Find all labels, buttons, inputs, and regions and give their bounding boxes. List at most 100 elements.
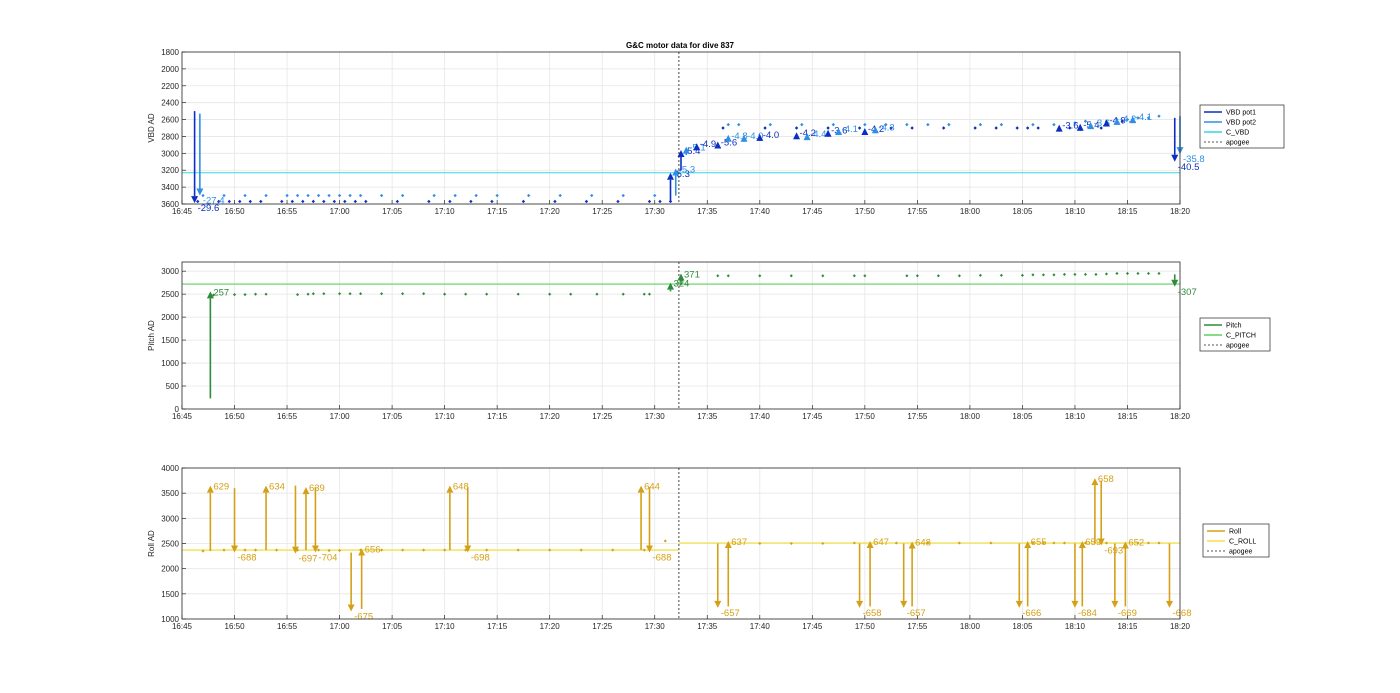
panel-3: 16:45 16:50 16:55 17:00 17:05 17:10 17:15 17:20…: [147, 464, 1270, 631]
y-tick-label: 0: [175, 405, 180, 414]
x-tick-label: 17:35: [697, 412, 718, 421]
x-tick-label: 17:05: [382, 412, 403, 421]
x-tick-label: 17:25: [592, 622, 613, 631]
x-tick-label: 17:25: [592, 412, 613, 421]
x-tick-label: 18:20: [1170, 207, 1191, 216]
x-tick-label: 18:15: [1117, 622, 1138, 631]
y-axis-label: Roll AD: [147, 530, 156, 557]
y-tick-label: 1000: [161, 615, 179, 624]
legend-label: apogee: [1229, 549, 1252, 556]
x-tick-label: 17:05: [382, 207, 403, 216]
x-tick-label: 18:15: [1117, 207, 1138, 216]
arrow-label: 647: [873, 537, 889, 548]
plot-area: [182, 52, 1180, 204]
x-tick-label: 17:35: [697, 207, 718, 216]
arrow-label: -3.6: [1062, 121, 1078, 132]
legend: VBD pot1 VBD pot2 C_VBDapogee: [1199, 104, 1285, 149]
x-tick-label: 18:05: [1012, 412, 1033, 421]
arrow-label: -666: [1022, 608, 1041, 619]
arrow-label: -693: [1104, 546, 1123, 557]
x-tick-label: 18:00: [960, 622, 981, 631]
arrow-label: -688: [652, 553, 671, 564]
x-tick-label: 17:55: [907, 207, 928, 216]
arrow-label: -4.1: [842, 124, 858, 135]
legend-label: Roll: [1229, 529, 1242, 536]
y-tick-label: 2400: [161, 99, 179, 108]
legend-label: apogee: [1226, 140, 1249, 147]
x-tick-label: 18:05: [1012, 207, 1033, 216]
arrow-label: 629: [213, 482, 229, 493]
x-tick-label: 17:50: [855, 207, 876, 216]
x-tick-label: 17:20: [540, 622, 561, 631]
x-tick-label: 17:40: [750, 412, 771, 421]
x-tick-label: 16:50: [225, 207, 246, 216]
x-tick-label: 17:30: [645, 622, 666, 631]
x-tick-label: 18:00: [960, 207, 981, 216]
arrow-label: 634: [269, 482, 285, 493]
x-tick-label: 17:00: [330, 622, 351, 631]
arrow-label: -27.4: [203, 196, 225, 207]
arrow-label: -697: [298, 554, 317, 565]
legend-label: apogee: [1226, 343, 1249, 350]
arrow-label: -684: [1078, 608, 1097, 619]
y-tick-label: 2800: [161, 132, 179, 141]
x-tick-label: 16:55: [277, 622, 298, 631]
arrow-label: 639: [309, 483, 325, 494]
x-tick-label: 17:25: [592, 207, 613, 216]
y-tick-label: 1500: [161, 590, 179, 599]
arrow-label: -4.9: [700, 139, 716, 150]
legend-label: Pitch: [1226, 323, 1242, 330]
arrow-label: 652: [1128, 537, 1144, 548]
y-tick-label: 3400: [161, 183, 179, 192]
x-tick-label: 17:10: [435, 622, 456, 631]
x-tick-label: 17:35: [697, 622, 718, 631]
figure-title: G&C motor data for dive 837: [626, 41, 735, 50]
y-tick-label: 2600: [161, 116, 179, 125]
arrow-label: 648: [915, 537, 931, 548]
y-tick-label: 2000: [161, 565, 179, 574]
x-tick-label: 17:40: [750, 207, 771, 216]
x-tick-label: 17:10: [435, 412, 456, 421]
x-tick-label: 18:10: [1065, 412, 1086, 421]
y-axis-label: VBD AD: [147, 113, 156, 143]
x-tick-label: 17:15: [487, 207, 508, 216]
legend-label: VBD pot1: [1226, 110, 1256, 117]
arrow-label: 655: [1031, 537, 1047, 548]
x-tick-label: 18:00: [960, 412, 981, 421]
x-tick-label: 17:15: [487, 622, 508, 631]
y-tick-label: 3000: [161, 514, 179, 523]
y-tick-label: 3500: [161, 489, 179, 498]
x-tick-label: 17:55: [907, 622, 928, 631]
x-tick-label: 17:10: [435, 207, 456, 216]
x-tick-label: 18:15: [1117, 412, 1138, 421]
arrow-label: -4.3: [878, 122, 894, 133]
x-tick-label: 17:55: [907, 412, 928, 421]
y-tick-label: 3200: [161, 166, 179, 175]
panel-2: 16:45 16:50 16:55 17:00 17:05 17:10 17:15 17:20…: [147, 261, 1271, 421]
arrow-label: -704: [318, 553, 337, 564]
arrow-label: -698: [471, 553, 490, 564]
legend-label: C_VBD: [1226, 130, 1249, 137]
arrow-label: 656: [365, 545, 381, 556]
y-tick-label: 3000: [161, 149, 179, 158]
x-tick-label: 17:00: [330, 412, 351, 421]
x-tick-label: 16:50: [225, 622, 246, 631]
y-tick-label: 500: [166, 382, 180, 391]
arrow-label: -669: [1118, 608, 1137, 619]
y-tick-label: 2200: [161, 82, 179, 91]
x-tick-label: 16:50: [225, 412, 246, 421]
x-tick-label: 17:15: [487, 412, 508, 421]
x-tick-label: 17:30: [645, 207, 666, 216]
panel-1: 16:45 16:50 16:55 17:00 17:05 17:10 17:15 17:20…: [147, 48, 1285, 216]
arrow-label: -675: [354, 611, 373, 622]
arrow-label: 637: [731, 537, 747, 548]
arrow-label: -658: [863, 608, 882, 619]
x-tick-label: 17:20: [540, 412, 561, 421]
legend: Pitch C_PITCHapogee: [1199, 317, 1271, 352]
y-tick-label: 1800: [161, 48, 179, 57]
y-tick-label: 2000: [161, 65, 179, 74]
arrow-label: -307: [1178, 287, 1197, 298]
legend-label: C_PITCH: [1226, 333, 1256, 340]
x-tick-label: 17:05: [382, 622, 403, 631]
arrow-label: -4.1: [1136, 112, 1152, 123]
